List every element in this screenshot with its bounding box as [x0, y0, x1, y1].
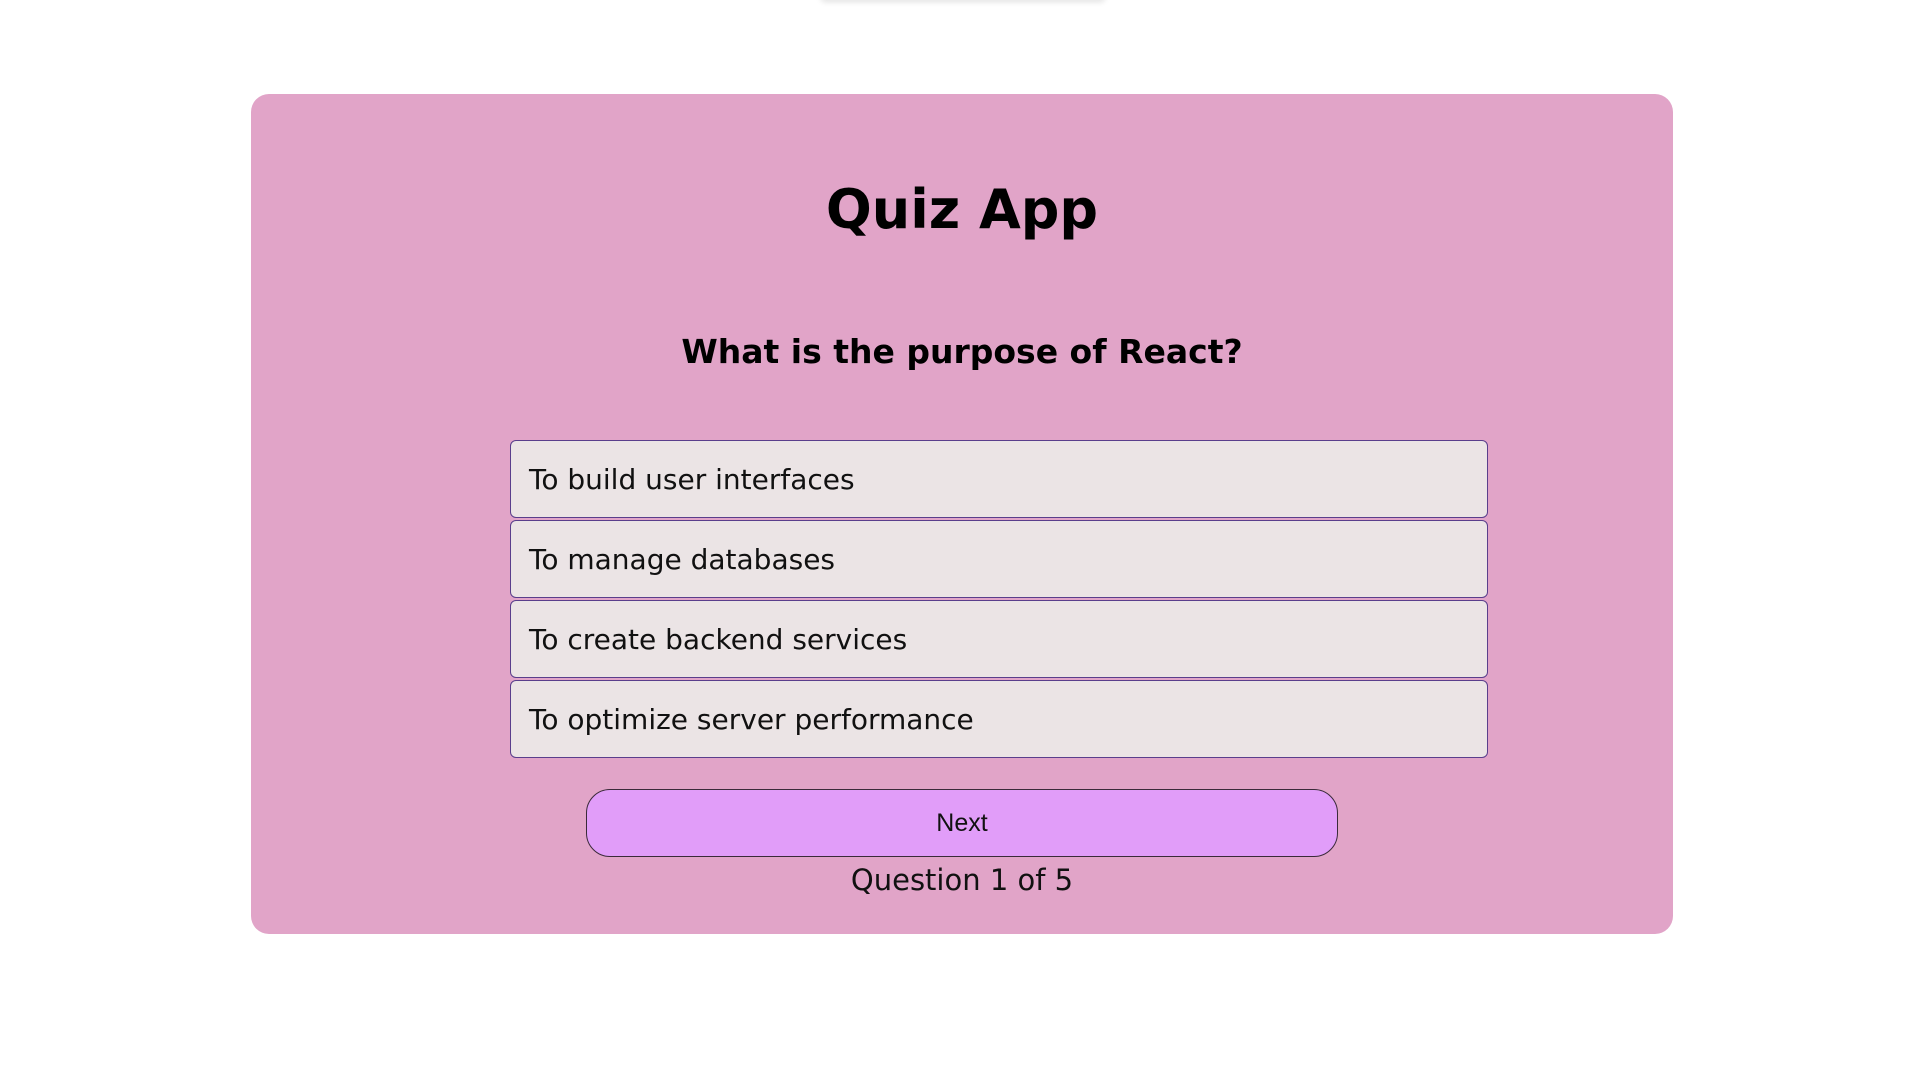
- question-text: What is the purpose of React?: [681, 332, 1243, 371]
- answer-options: To build user interfaces To manage datab…: [510, 440, 1488, 760]
- app-title: Quiz App: [825, 178, 1099, 241]
- quiz-card: Quiz App What is the purpose of React? T…: [251, 94, 1673, 934]
- answer-option-1[interactable]: To build user interfaces: [510, 440, 1488, 518]
- next-button[interactable]: Next: [586, 789, 1338, 857]
- answer-option-3[interactable]: To create backend services: [510, 600, 1488, 678]
- question-progress: Question 1 of 5: [850, 863, 1074, 897]
- answer-option-4[interactable]: To optimize server performance: [510, 680, 1488, 758]
- answer-option-2[interactable]: To manage databases: [510, 520, 1488, 598]
